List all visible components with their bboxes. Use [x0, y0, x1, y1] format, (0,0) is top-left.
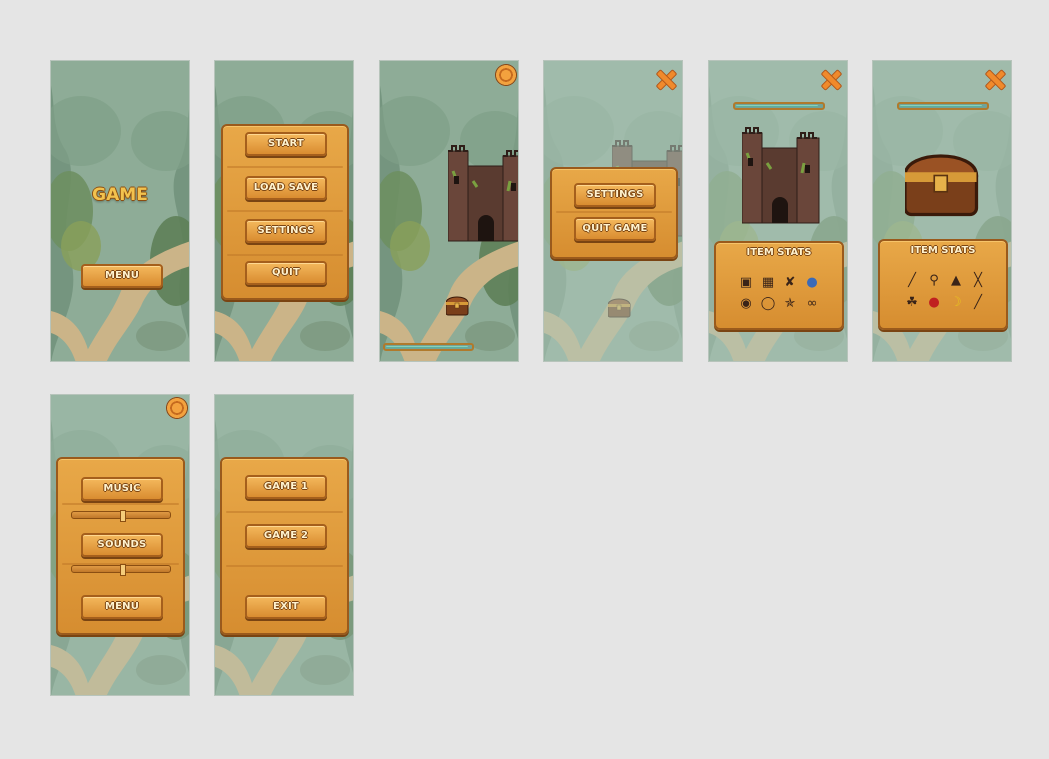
exit-button[interactable]: EXIT — [245, 595, 327, 619]
rope-icon[interactable]: ∞ — [804, 296, 820, 312]
settings-button[interactable]: SETTINGS — [574, 183, 656, 207]
game-select-screen: GAME 1 GAME 2 EXIT — [214, 394, 354, 696]
item-stats-chest-screen: ITEM STATS ╱ ⚲ ▲ ╳ ☘ ● ☽ ╱ — [872, 60, 1012, 362]
close-icon[interactable] — [820, 69, 840, 89]
music-button[interactable]: MUSIC — [81, 477, 163, 501]
castle-gameplay-screen — [379, 60, 519, 362]
progress-bar — [733, 102, 825, 110]
pause-board — [550, 167, 678, 259]
game-2-button[interactable]: GAME 2 — [245, 524, 327, 548]
start-button[interactable]: START — [245, 132, 327, 156]
item-stats-board: ITEM STATS ╱ ⚲ ▲ ╳ ☘ ● ☽ ╱ — [878, 239, 1008, 330]
settings-gear-icon[interactable] — [496, 65, 516, 85]
spellbook-icon[interactable]: ▦ — [760, 275, 776, 291]
sounds-button[interactable]: SOUNDS — [81, 533, 163, 557]
progress-fill — [900, 105, 982, 107]
staff-icon[interactable]: ╳ — [970, 273, 986, 289]
settings-button[interactable]: SETTINGS — [245, 219, 327, 243]
item-stats-board: ITEM STATS ▣ ▦ ✘ ● ◉ ◯ ✯ ∞ — [714, 241, 844, 330]
apple-icon[interactable]: ● — [926, 295, 942, 311]
bone-icon[interactable]: ✘ — [782, 275, 798, 291]
lock-icon[interactable]: ▲ — [948, 273, 964, 289]
load-save-button[interactable]: LOAD SAVE — [245, 176, 327, 200]
game-title: GAME — [92, 185, 148, 205]
progress-fill — [386, 346, 469, 348]
potion-icon[interactable]: ● — [804, 275, 820, 291]
sound-settings-screen: MUSIC SOUNDS MENU — [50, 394, 190, 696]
menu-button[interactable]: MENU — [81, 264, 163, 288]
ring-icon[interactable]: ◯ — [760, 296, 776, 312]
menu-button[interactable]: MENU — [81, 595, 163, 619]
item-stats-castle-screen: ITEM STATS ▣ ▦ ✘ ● ◉ ◯ ✯ ∞ — [708, 60, 848, 362]
close-icon[interactable] — [655, 69, 675, 89]
progress-bar — [383, 343, 474, 351]
quit-button[interactable]: QUIT — [245, 261, 327, 285]
game-1-button[interactable]: GAME 1 — [245, 475, 327, 499]
necklace-icon[interactable]: ✯ — [782, 296, 798, 312]
banana-icon[interactable]: ☽ — [948, 295, 964, 311]
book-icon[interactable]: ▣ — [738, 275, 754, 291]
lips-icon[interactable]: ◉ — [738, 296, 754, 312]
close-icon[interactable] — [984, 69, 1004, 89]
item-stats-title: ITEM STATS — [746, 247, 812, 258]
ribbon-icon[interactable]: ☘ — [904, 295, 920, 311]
wand-icon[interactable]: ╱ — [904, 273, 920, 289]
forest-background — [51, 61, 189, 361]
chest-image — [905, 154, 979, 217]
sounds-slider-thumb[interactable] — [120, 564, 126, 576]
main-menu-screen: START LOAD SAVE SETTINGS QUIT — [214, 60, 354, 362]
pause-screen: SETTINGS QUIT GAME — [543, 60, 683, 362]
settings-gear-icon[interactable] — [167, 398, 187, 418]
music-slider-thumb[interactable] — [120, 510, 126, 522]
castle-image — [742, 126, 821, 225]
chest-icon[interactable] — [446, 293, 470, 317]
progress-fill — [736, 105, 818, 107]
item-stats-title: ITEM STATS — [910, 245, 976, 256]
sounds-slider[interactable] — [71, 564, 171, 576]
progress-bar — [897, 102, 989, 110]
title-screen: GAME MENU — [50, 60, 190, 362]
sword-icon[interactable]: ╱ — [970, 295, 986, 311]
castle-image[interactable] — [448, 141, 519, 246]
quit-game-button[interactable]: QUIT GAME — [574, 217, 656, 241]
music-slider[interactable] — [71, 510, 171, 522]
magnifier-icon[interactable]: ⚲ — [926, 273, 942, 289]
